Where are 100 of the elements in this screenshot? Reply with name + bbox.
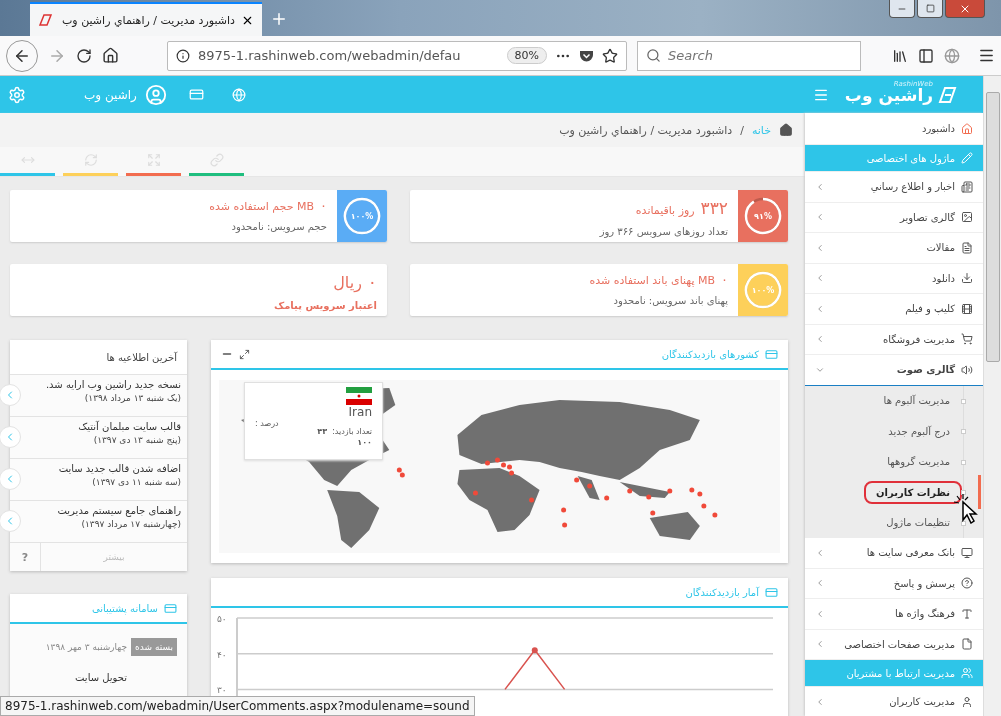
settings-icon[interactable] (8, 85, 26, 104)
stat-label: روز باقیمانده (635, 204, 695, 217)
status-url: 8975-1.rashinweb.com/webadmin/UserComments.aspx?modulename=sound (0, 696, 475, 716)
sidebar-item[interactable]: مدیریت صفحات اختصاصی (805, 629, 983, 660)
sidebar-item[interactable]: گالری صوت (805, 355, 983, 386)
chevron-icon (815, 547, 825, 558)
stat-value: ۰ (721, 272, 728, 287)
sidebar-item[interactable]: مقالات (805, 233, 983, 264)
panel-icon (765, 585, 778, 599)
ticket-subject[interactable]: تحویل سایت (75, 672, 177, 683)
panel-title: آمار بازدیدکنندگان (684, 586, 759, 598)
minimize-button[interactable] (889, 0, 915, 18)
globe-icon[interactable] (944, 47, 960, 64)
info-icon (176, 48, 190, 63)
visits-label: تعداد بازدید: (332, 427, 372, 436)
announcement-title[interactable]: اضافه شدن قالب جدید سایت (58, 463, 181, 474)
maximize-button[interactable] (917, 0, 943, 18)
stat-subtitle: پهنای باند سرویس: نامحدود (612, 295, 728, 306)
stat-label: MB پهنای باند استفاده شده (589, 274, 715, 287)
announcement-date: (یک شنبه ۱۳ مرداد ۱۳۹۸) (84, 393, 181, 403)
ticket-date: چهارشنبه ۳ مهر ۱۳۹۸ (45, 642, 128, 652)
data-point (531, 647, 538, 654)
search-field[interactable]: Search (637, 40, 861, 71)
sidebar-icon[interactable] (918, 47, 934, 64)
home-icon (779, 123, 793, 137)
sidebar-item[interactable]: فرهنگ واژه ها (805, 599, 983, 630)
expand-icon[interactable] (239, 348, 250, 360)
close-button[interactable] (945, 0, 985, 18)
flag-icon (346, 387, 372, 405)
zoom-level[interactable]: 80% (506, 47, 547, 64)
gauge-percent: ۹۱% (754, 211, 772, 221)
panel-icon (765, 347, 778, 361)
sidebar-item[interactable]: مدیریت کاربران (805, 687, 983, 716)
maximize-icon (925, 4, 935, 13)
scrollbar[interactable] (983, 76, 1001, 716)
announcement-title[interactable]: قالب سایت مبلمان آنتیک (78, 421, 181, 432)
percent-value: ۱۰۰ (357, 438, 372, 447)
stat-subtitle: اعتبار سرویس پیامک (272, 300, 377, 311)
visits-value: ۴۳ (317, 427, 328, 436)
sidebar-item[interactable]: کلیپ و فیلم (805, 294, 983, 325)
panel-icon (164, 601, 177, 615)
sidebar-item[interactable]: اخبار و اطلاع رساني (805, 172, 983, 203)
open-button[interactable] (0, 384, 21, 406)
bookmark-star-icon[interactable] (602, 47, 618, 64)
home-icon[interactable] (102, 47, 119, 64)
stat-value: ۰ (320, 198, 327, 213)
panel-title: کشورهای بازدیدکنندگان (660, 348, 759, 360)
toolbar-icon (146, 152, 161, 167)
chevron-icon (815, 303, 825, 314)
chevron-icon (815, 578, 825, 589)
logo-mark-icon (937, 84, 957, 105)
progress-ring (743, 196, 783, 236)
breadcrumb-current: داشبورد مدیریت / راهنماي راشين وب (559, 123, 733, 137)
stat-label: ریال (333, 273, 362, 292)
gauge-percent: ۱۰۰% (751, 285, 775, 295)
sidebar-item[interactable]: مدیریت فروشگاه (805, 324, 983, 355)
announcement-title[interactable]: راهنمای جامع سیستم مدیریت (57, 505, 181, 516)
search-icon (646, 47, 661, 63)
sidebar-item[interactable]: دانلود (805, 263, 983, 294)
chevron-icon (815, 334, 825, 345)
stat-value: ۳۳۲ (700, 198, 728, 218)
url-field[interactable]: 8975-1.rashinweb.com/webadmin/defau 80% (167, 40, 627, 71)
chevron-icon (815, 181, 825, 192)
toolbar-icon (209, 152, 224, 167)
open-button[interactable] (0, 426, 21, 448)
announcement-title[interactable]: نسخه جدید راشین وب ارایه شد. (45, 379, 181, 390)
library-icon[interactable] (892, 47, 908, 64)
cursor-icon (953, 494, 981, 524)
chevron-icon (815, 242, 825, 253)
sidebar-item[interactable]: گالری تصاویر (805, 202, 983, 233)
y-tick-label: ۳۰ (217, 685, 227, 696)
chevron-icon (815, 608, 825, 619)
browser-tab[interactable]: داشبورد مدیریت / راهنماي راشين وب (30, 2, 262, 36)
stat-value: ۰ (367, 272, 377, 292)
status-badge: بسته شده (131, 638, 177, 656)
chevron-icon (815, 639, 825, 650)
card-icon[interactable] (188, 87, 204, 102)
new-tab-icon[interactable] (270, 10, 288, 28)
sidebar-item[interactable]: داشبورد (805, 113, 983, 145)
panel-title: آخرین اطلاعیه ها (105, 351, 177, 363)
user-avatar-icon[interactable] (144, 83, 167, 106)
panel-title: سامانه پشتیبانی (90, 602, 158, 614)
country-name: Iran (348, 405, 372, 419)
open-button[interactable] (0, 510, 21, 532)
pocket-icon[interactable] (579, 48, 594, 63)
site-logo-icon (38, 13, 52, 27)
y-tick-label: ۵۰ (217, 614, 227, 624)
stat-subtitle: تعداد روزهای سرویس ۳۶۶ روز (598, 226, 728, 237)
percent-label: درصد : (255, 419, 279, 430)
reload-icon[interactable] (76, 47, 92, 64)
sidebar-item[interactable]: پرسش و پاسخ (805, 568, 983, 599)
open-button[interactable] (0, 468, 21, 490)
scrollbar-thumb[interactable] (985, 92, 1000, 362)
chevron-icon (815, 273, 825, 284)
selection-bar (978, 475, 981, 509)
sidebar-item[interactable]: بانک معرفی سایت ها (805, 538, 983, 569)
stat-subtitle: حجم سرویس: نامحدود (230, 221, 327, 232)
gauge-percent: ۱۰۰% (350, 211, 374, 221)
chevron-icon (815, 696, 825, 707)
announcement-date: (سه شنبه ۱۱ دی ۱۳۹۷) (92, 477, 181, 487)
